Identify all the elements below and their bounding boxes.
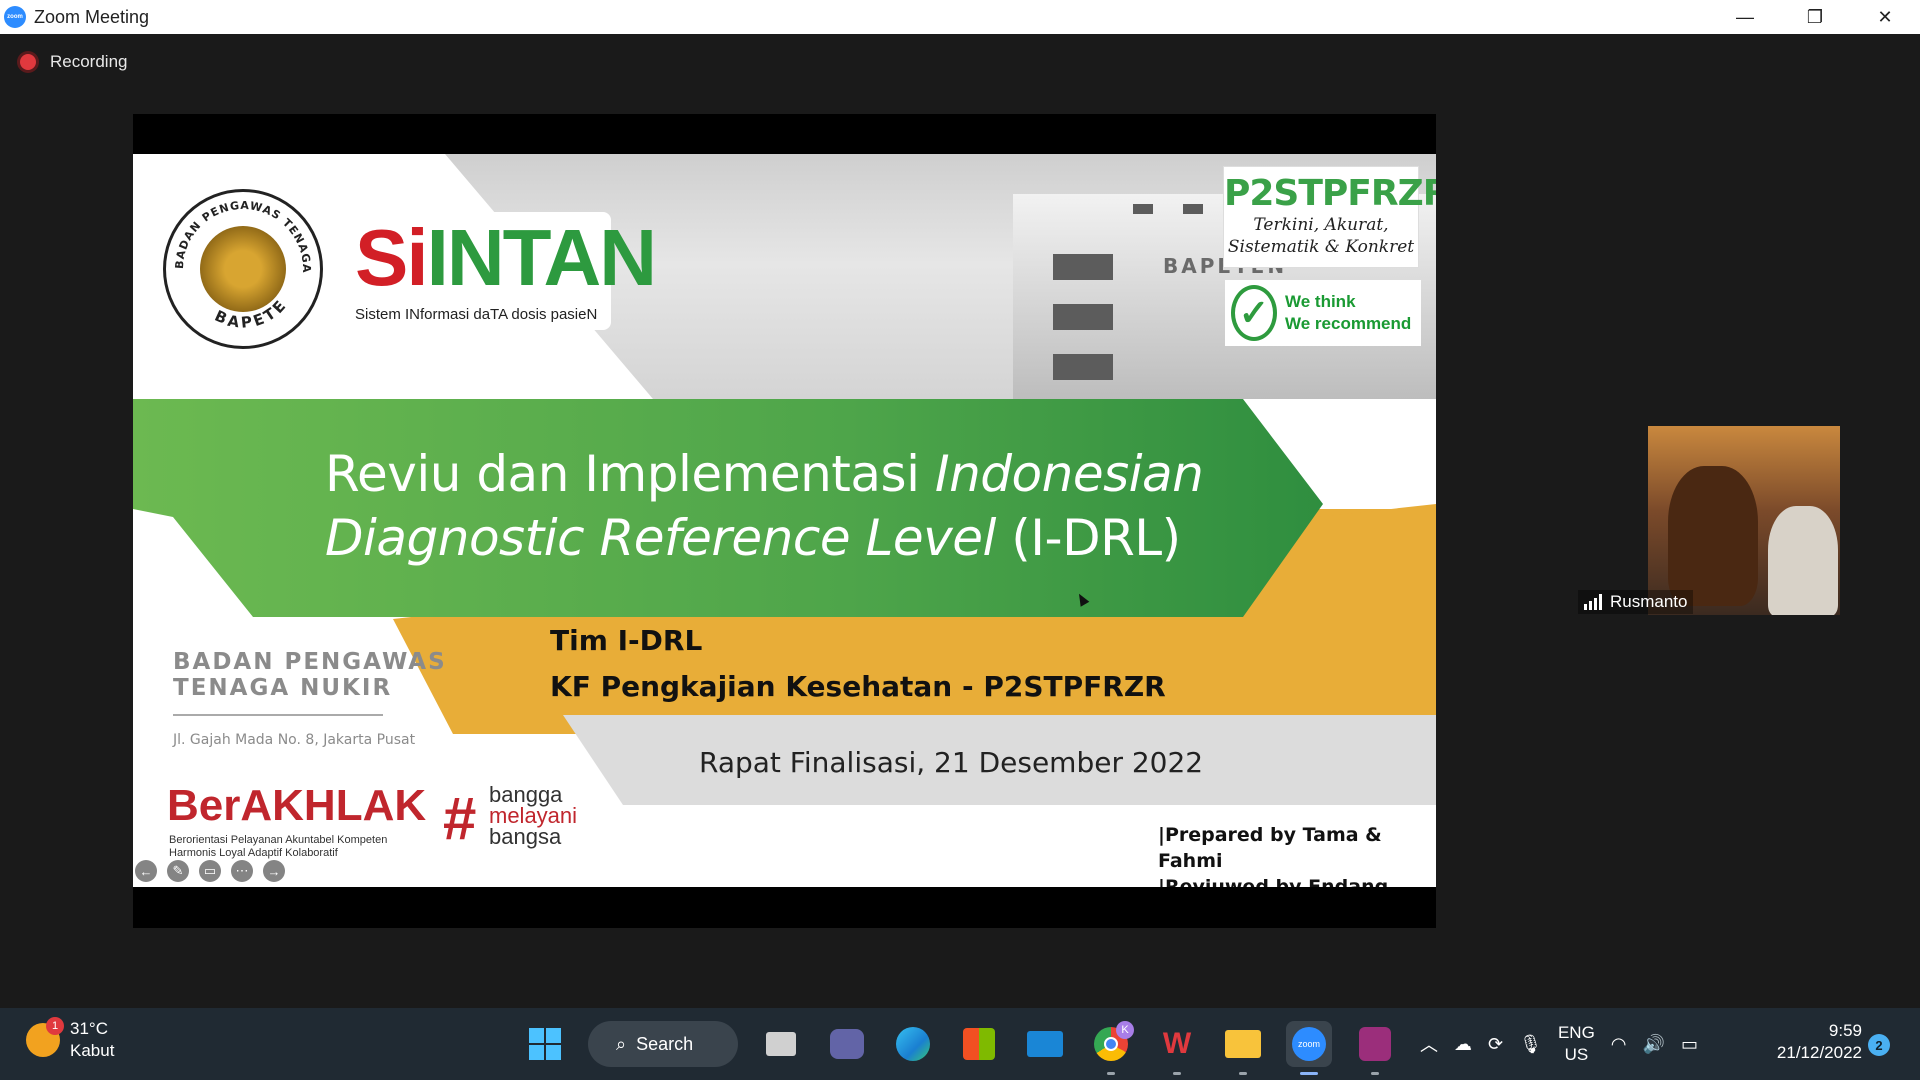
mail-icon — [1027, 1031, 1063, 1057]
microphone-icon[interactable]: 🎙 — [1519, 1034, 1542, 1055]
clock[interactable]: 9:59 21/12/2022 — [1766, 1020, 1862, 1064]
participant-video[interactable] — [1648, 426, 1840, 615]
berakhlak-logo: BerAKHLAK — [167, 781, 427, 830]
sintan-subtitle: Sistem INformasi daTA dosis pasieN — [355, 306, 598, 323]
zoom-app-icon: zoom — [4, 6, 26, 28]
mail-button[interactable] — [1022, 1021, 1068, 1067]
wps-button[interactable]: W — [1154, 1021, 1200, 1075]
system-tray: ︿ ☁ ⟳ 🎙 ENG US ◠ 🔊 ▭ — [1420, 1018, 1698, 1070]
chat-icon — [830, 1029, 864, 1059]
p2stpfrzr-title: P2STPFRZR — [1224, 173, 1436, 214]
minimize-button[interactable]: — — [1710, 0, 1780, 34]
wifi-icon[interactable]: ◠ — [1611, 1034, 1627, 1055]
wps-icon: W — [1162, 1027, 1192, 1060]
show-hidden-icons-icon[interactable]: ︿ — [1420, 1031, 1438, 1057]
captions-icon[interactable]: ▭ — [199, 860, 221, 882]
chrome-button[interactable]: K — [1088, 1021, 1134, 1075]
team-name: Tim I-DRL — [550, 624, 703, 657]
task-view-button[interactable] — [758, 1021, 804, 1067]
search-label: Search — [636, 1033, 694, 1054]
svg-text:BADAN PENGAWAS TENAGA NUKLIR: BADAN PENGAWAS TENAGA NUKLIR — [163, 189, 313, 274]
p2stpfrzr-box: P2STPFRZR Terkini, Akurat, Sistematik & … — [1223, 166, 1436, 268]
previous-slide-icon[interactable]: ← — [135, 860, 157, 882]
notification-badge[interactable]: 2 — [1868, 1034, 1890, 1056]
window-controls: — ❐ ✕ — [1710, 0, 1920, 34]
volume-icon[interactable]: 🔊 — [1643, 1034, 1665, 1055]
edge-icon — [896, 1027, 930, 1061]
taskbar-search[interactable]: ⌕ Search — [588, 1021, 738, 1067]
close-button[interactable]: ✕ — [1850, 0, 1920, 34]
folder-icon — [1225, 1030, 1261, 1058]
presentation-slide: BAPETEN BADAN PENGAWAS TENAGA NUKLIR BAP… — [133, 154, 1436, 887]
weather-widget[interactable]: 1 31°C Kabut — [26, 1017, 115, 1062]
store-icon — [963, 1028, 995, 1060]
battery-icon[interactable]: ▭ — [1681, 1034, 1698, 1055]
bapeten-ring-text: BADAN PENGAWAS TENAGA NUKLIR BAPETEN — [163, 189, 313, 332]
window-title: Zoom Meeting — [34, 6, 150, 27]
bapeten-logo: BADAN PENGAWAS TENAGA NUKLIR BAPETEN — [163, 189, 323, 349]
weather-temp: 31°C — [70, 1019, 108, 1038]
file-explorer-button[interactable] — [1220, 1021, 1266, 1075]
recording-label: Recording — [50, 52, 128, 71]
edge-button[interactable] — [890, 1021, 936, 1067]
sintan-logo: SiINTAN Sistem INformasi daTA dosis pasi… — [351, 212, 657, 330]
org-name: BADAN PENGAWAS TENAGA NUKIR — [173, 649, 447, 701]
we-think-badge: ✓ We think We recommend — [1225, 280, 1421, 346]
divider — [173, 714, 383, 716]
language-indicator[interactable]: ENG US — [1558, 1022, 1595, 1066]
team-unit: KF Pengkajian Kesehatan - P2STPFRZR — [550, 670, 1166, 703]
store-button[interactable] — [956, 1021, 1002, 1067]
windows-icon — [529, 1028, 561, 1060]
slideshow-controls: ← ✎ ▭ ⋯ → — [135, 860, 285, 882]
clock-time: 9:59 — [1828, 1021, 1862, 1040]
shared-screen: BAPETEN BADAN PENGAWAS TENAGA NUKLIR BAP… — [133, 114, 1436, 928]
participant-name-tag: Rusmanto — [1578, 590, 1694, 614]
slide-title: Reviu dan Implementasi Indonesian Diagno… — [325, 445, 1204, 567]
clock-date: 21/12/2022 — [1776, 1043, 1862, 1062]
recording-indicator[interactable]: Recording — [20, 52, 128, 72]
participant-name: Rusmanto — [1610, 592, 1688, 611]
credits: |Prepared by Tama & Fahmi |Reviuwed by E… — [1158, 824, 1389, 887]
profile-badge: K — [1116, 1021, 1134, 1039]
pdf-app-button[interactable] — [1352, 1021, 1398, 1075]
checkmark-icon: ✓ — [1231, 285, 1277, 341]
teams-chat-button[interactable] — [824, 1021, 870, 1067]
pen-icon[interactable]: ✎ — [167, 860, 189, 882]
restore-button[interactable]: ❐ — [1780, 0, 1850, 34]
more-options-icon[interactable]: ⋯ — [231, 860, 253, 882]
meeting-date: Rapat Finalisasi, 21 Desember 2022 — [699, 746, 1204, 779]
sync-icon[interactable]: ⟳ — [1488, 1034, 1503, 1055]
onedrive-icon[interactable]: ☁ — [1454, 1034, 1472, 1055]
record-icon — [20, 54, 36, 70]
weather-badge: 1 — [46, 1017, 64, 1035]
org-address: Jl. Gajah Mada No. 8, Jakarta Pusat — [173, 732, 416, 748]
window-title-bar: zoom Zoom Meeting — ❐ ✕ — [0, 0, 1920, 34]
bangga-melayani-bangsa: bangga melayani bangsa — [489, 782, 578, 849]
zoom-icon: zoom — [1292, 1027, 1326, 1061]
zoom-taskbar-button[interactable]: zoom — [1286, 1021, 1332, 1075]
search-icon: ⌕ — [616, 1033, 627, 1054]
weather-icon: 1 — [26, 1017, 64, 1057]
start-button[interactable] — [522, 1021, 568, 1067]
weather-desc: Kabut — [70, 1041, 115, 1060]
next-slide-icon[interactable]: → — [263, 860, 285, 882]
signal-strength-icon — [1584, 594, 1602, 610]
hashtag-icon: # — [443, 785, 477, 852]
berakhlak-tagline: Berorientasi Pelayanan Akuntabel Kompete… — [169, 834, 388, 859]
taskbar-apps: ⌕ Search K W zoom — [522, 1018, 1398, 1075]
pdf-icon — [1359, 1027, 1391, 1061]
task-view-icon — [766, 1032, 796, 1056]
